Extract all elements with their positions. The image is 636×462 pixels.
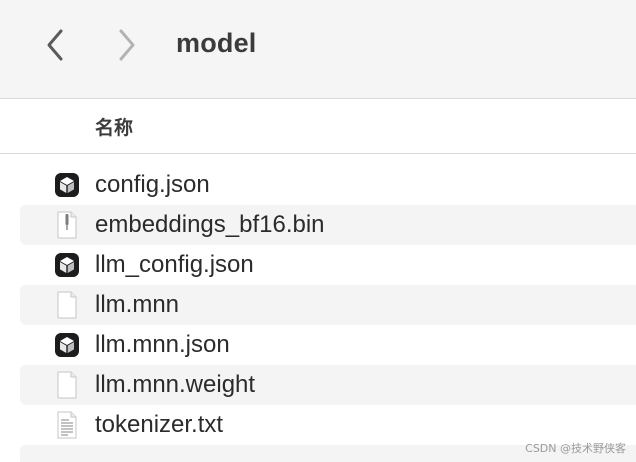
blank-document-icon <box>54 371 80 399</box>
file-list: config.json embeddings_bf16.bin llm_conf… <box>20 165 636 445</box>
file-name: llm.mnn.json <box>95 331 230 358</box>
file-row-llm-mnn-weight[interactable]: llm.mnn.weight <box>20 365 636 405</box>
file-name: config.json <box>95 171 210 198</box>
chevron-right-icon <box>119 29 135 61</box>
file-name: llm.mnn <box>95 291 180 318</box>
json-document-icon <box>54 332 80 358</box>
json-document-icon <box>54 252 80 278</box>
file-name: tokenizer.txt <box>95 411 224 438</box>
binary-document-icon <box>54 211 80 239</box>
file-row-llm-config-json[interactable]: llm_config.json <box>20 245 636 285</box>
file-name: llm.mnn.weight <box>95 371 256 398</box>
file-row-tokenizer-txt[interactable]: tokenizer.txt <box>20 405 636 445</box>
back-button[interactable] <box>40 26 70 64</box>
file-row-embeddings-bin[interactable]: embeddings_bf16.bin <box>20 205 636 245</box>
list-header: 名称 <box>0 99 636 154</box>
finder-toolbar: model <box>0 0 636 99</box>
file-row-llm-mnn[interactable]: llm.mnn <box>20 285 636 325</box>
watermark: CSDN @技术野侠客 <box>525 442 626 455</box>
blank-document-icon <box>54 291 80 319</box>
file-row-config-json[interactable]: config.json <box>20 165 636 205</box>
chevron-left-icon <box>47 29 63 61</box>
json-document-icon <box>54 172 80 198</box>
forward-button[interactable] <box>112 26 142 64</box>
file-row-llm-mnn-json[interactable]: llm.mnn.json <box>20 325 636 365</box>
file-name: llm_config.json <box>95 251 254 278</box>
file-name: embeddings_bf16.bin <box>95 211 325 238</box>
column-header-name[interactable]: 名称 <box>95 113 133 140</box>
folder-title: model <box>176 28 257 58</box>
text-document-icon <box>54 411 80 439</box>
